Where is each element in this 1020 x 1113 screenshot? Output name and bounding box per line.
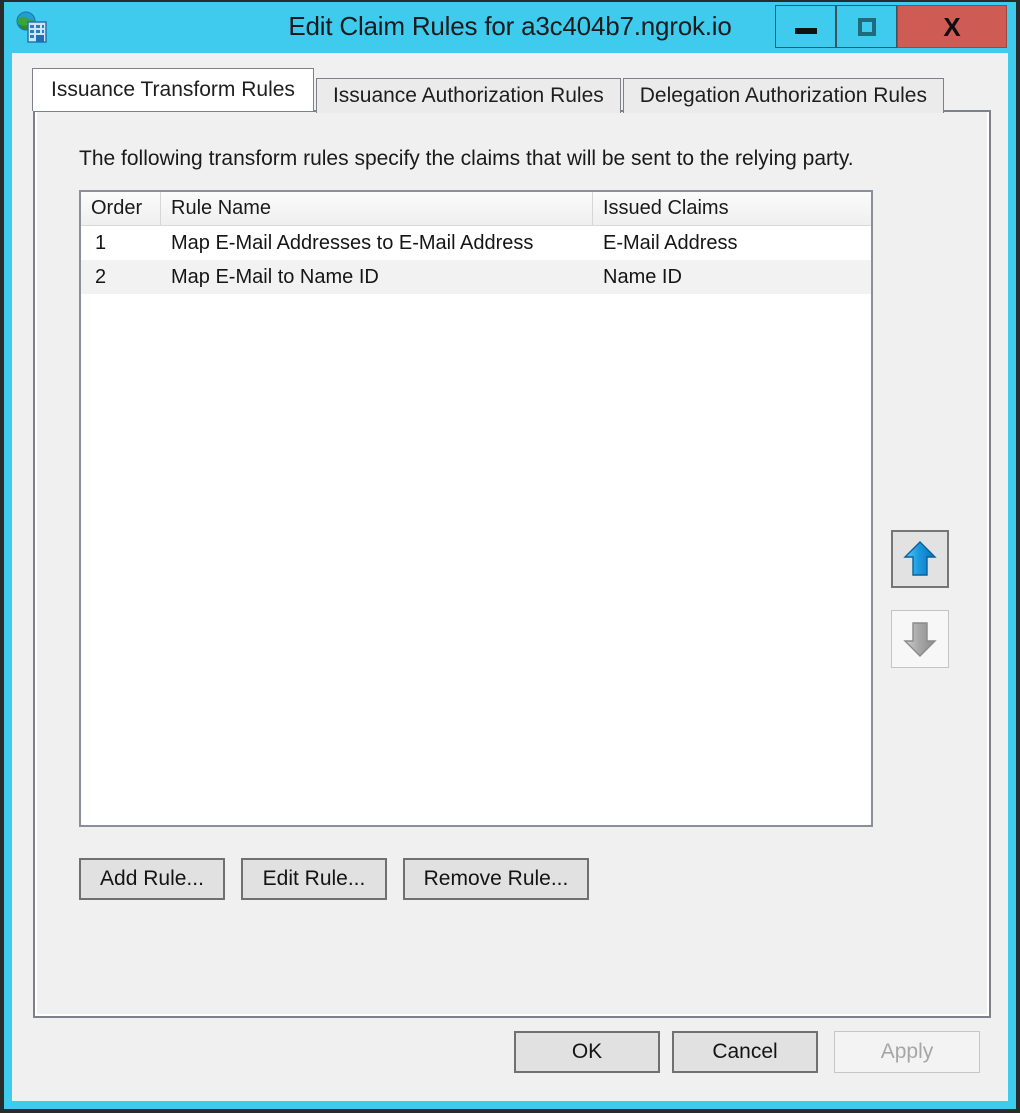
apply-button: Apply	[834, 1031, 980, 1073]
column-header-rule-name[interactable]: Rule Name	[161, 192, 593, 225]
dialog-window: Edit Claim Rules for a3c404b7.ngrok.io X…	[4, 2, 1016, 1109]
transform-rules-list[interactable]: Order Rule Name Issued Claims 1 Map E-Ma…	[79, 190, 873, 827]
move-rule-down-button[interactable]	[891, 610, 949, 668]
remove-rule-button[interactable]: Remove Rule...	[403, 858, 589, 900]
edit-rule-button[interactable]: Edit Rule...	[241, 858, 387, 900]
apply-label: Apply	[880, 1040, 934, 1063]
cancel-label: Cancel	[712, 1040, 778, 1063]
table-row[interactable]: 1 Map E-Mail Addresses to E-Mail Address…	[81, 226, 871, 260]
cell-order: 2	[95, 265, 107, 288]
maximize-button[interactable]	[836, 5, 897, 48]
tab-label: Delegation Authorization Rules	[639, 84, 927, 107]
tab-panel-inner: The following transform rules specify th…	[35, 112, 989, 1016]
add-rule-label: Add Rule...	[100, 867, 204, 890]
close-icon: X	[943, 11, 961, 42]
title-bar: Edit Claim Rules for a3c404b7.ngrok.io X	[4, 2, 1016, 53]
cell-rule-name: Map E-Mail to Name ID	[171, 265, 379, 288]
dialog-body: Issuance Transform Rules Issuance Author…	[12, 53, 1008, 1101]
cell-issued-claims: Name ID	[603, 265, 682, 288]
tab-label: Issuance Transform Rules	[51, 78, 295, 101]
arrow-up-icon	[903, 541, 937, 576]
list-header-row: Order Rule Name Issued Claims	[81, 192, 871, 226]
column-header-issued-claims[interactable]: Issued Claims	[593, 192, 871, 225]
close-button[interactable]: X	[897, 5, 1007, 48]
cancel-button[interactable]: Cancel	[672, 1031, 818, 1073]
tab-issuance-transform-rules[interactable]: Issuance Transform Rules	[32, 68, 314, 111]
minimize-button[interactable]	[775, 5, 836, 48]
minimize-icon	[794, 27, 817, 34]
add-rule-button[interactable]: Add Rule...	[79, 858, 225, 900]
tab-strip: Issuance Transform Rules Issuance Author…	[32, 68, 946, 113]
maximize-icon	[857, 17, 876, 36]
tab-label: Issuance Authorization Rules	[332, 84, 604, 107]
move-rule-up-button[interactable]	[891, 530, 949, 588]
table-row[interactable]: 2 Map E-Mail to Name ID Name ID	[81, 260, 871, 294]
ok-label: OK	[571, 1040, 603, 1063]
cell-issued-claims: E-Mail Address	[603, 231, 738, 254]
panel-description: The following transform rules specify th…	[79, 147, 854, 170]
arrow-down-icon	[903, 622, 937, 657]
cell-order: 1	[95, 231, 107, 254]
tab-panel-issuance-transform-rules: The following transform rules specify th…	[33, 110, 991, 1018]
window-controls: X	[775, 5, 1007, 48]
ok-button[interactable]: OK	[514, 1031, 660, 1073]
cell-rule-name: Map E-Mail Addresses to E-Mail Address	[171, 231, 534, 254]
edit-rule-label: Edit Rule...	[262, 867, 366, 890]
remove-rule-label: Remove Rule...	[423, 867, 569, 890]
tab-control: Issuance Transform Rules Issuance Author…	[32, 68, 991, 1018]
column-header-order[interactable]: Order	[81, 192, 161, 225]
tab-issuance-authorization-rules[interactable]: Issuance Authorization Rules	[315, 78, 621, 113]
tab-delegation-authorization-rules[interactable]: Delegation Authorization Rules	[622, 78, 944, 113]
